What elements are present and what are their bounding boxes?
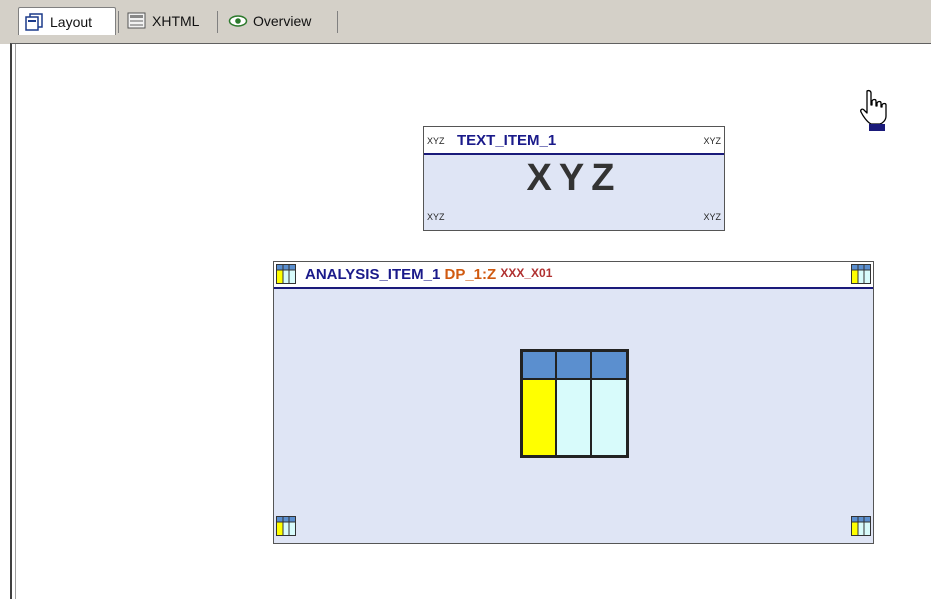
- corner-label: XYZ: [703, 212, 721, 222]
- text-item-header: XYZ TEXT_ITEM_1 XYZ: [424, 127, 724, 155]
- table-grid-icon: [276, 264, 296, 289]
- table-grid-icon: [520, 349, 629, 463]
- corner-label: XYZ: [703, 136, 721, 146]
- tab-xhtml[interactable]: XHTML: [121, 8, 213, 34]
- analysis-item-title: ANALYSIS_ITEM_1 DP_1:Z XXX_X01: [305, 266, 552, 283]
- analysis-item-header: ANALYSIS_ITEM_1 DP_1:Z XXX_X01: [274, 262, 873, 289]
- corner-label: XYZ: [427, 136, 445, 146]
- tab-layout[interactable]: Layout: [18, 7, 116, 35]
- tab-separator: [337, 11, 338, 33]
- dataprovider-label: DP_1:Z: [444, 266, 497, 283]
- table-grid-icon: [851, 264, 871, 289]
- eye-icon: [228, 14, 248, 28]
- layout-icon: [25, 12, 45, 31]
- hand-pointer-icon: [858, 89, 890, 138]
- analysis-item-name: ANALYSIS_ITEM_1: [305, 266, 441, 283]
- tab-separator: [118, 11, 119, 33]
- text-item-title: TEXT_ITEM_1: [457, 132, 557, 149]
- xhtml-icon: [127, 12, 147, 30]
- tab-overview[interactable]: Overview: [222, 8, 334, 34]
- tab-bar: Layout XHTML Overview: [0, 0, 931, 44]
- analysis-item[interactable]: ANALYSIS_ITEM_1 DP_1:Z XXX_X01: [273, 261, 874, 544]
- tab-separator: [217, 11, 218, 33]
- corner-label: XYZ: [427, 212, 445, 222]
- query-label: XXX_X01: [500, 266, 553, 280]
- text-item[interactable]: XYZ TEXT_ITEM_1 XYZ XYZ XYZ XYZ: [423, 126, 725, 231]
- table-grid-icon: [851, 516, 871, 541]
- text-item-content: XYZ: [526, 157, 622, 199]
- tab-label: XHTML: [152, 13, 200, 29]
- canvas-border: [15, 44, 16, 599]
- tab-label: Overview: [253, 13, 312, 29]
- tab-label: Layout: [50, 13, 93, 30]
- table-grid-icon: [276, 516, 296, 541]
